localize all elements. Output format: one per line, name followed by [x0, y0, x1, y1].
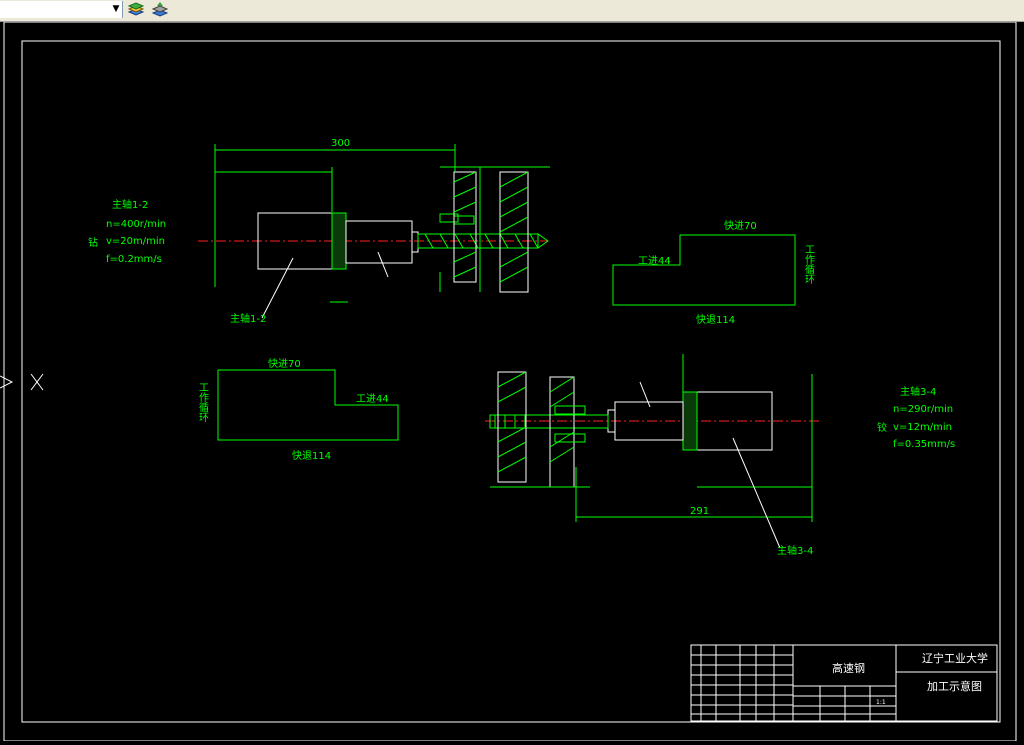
title-scale: 1:1 — [876, 699, 886, 706]
sheet-border — [3, 21, 1017, 742]
title-school: 辽宁工业大学 — [922, 651, 988, 665]
layer-properties-icon[interactable] — [150, 0, 170, 20]
cad-drawing: 300 主轴1-2 主轴1-2 n=400r/min v=20m/min f=0… — [0, 21, 1017, 742]
title-drawing-name: 加工示意图 — [927, 679, 982, 693]
drawing-frame — [21, 40, 1001, 723]
upper-spec-title: 主轴1-2 — [112, 198, 148, 211]
upper-cycle-return: 快退114 — [696, 314, 735, 326]
upper-spec-feed: f=0.2mm/s — [106, 254, 162, 265]
title-block: 高速钢 辽宁工业大学 加工示意图 1:1 — [690, 644, 998, 722]
lower-spindle-label: 主轴3-4 — [777, 544, 813, 557]
upper-cycle-diagram: 快进70 工进44 快退114 工作循环 — [612, 220, 815, 326]
upper-spec: 主轴1-2 n=400r/min v=20m/min f=0.2mm/s 钻 — [88, 198, 166, 265]
dim-lower-length: 291 — [690, 506, 709, 517]
lower-spec-title: 主轴3-4 — [900, 385, 936, 398]
lower-cycle-rapid: 快进70 — [268, 358, 301, 370]
layer-stack-icon[interactable] — [126, 0, 146, 20]
upper-cycle-side: 工作循环 — [803, 244, 815, 285]
upper-cycle-feed: 工进44 — [638, 255, 671, 267]
lower-cycle-return: 快退114 — [292, 450, 331, 462]
drawing-canvas[interactable]: 300 主轴1-2 主轴1-2 n=400r/min v=20m/min f=0… — [0, 21, 1024, 742]
dropdown-arrow-icon[interactable]: ▼ — [110, 1, 122, 18]
upper-cycle-rapid: 快进70 — [724, 220, 757, 232]
upper-assembly: 300 主轴1-2 — [198, 138, 550, 325]
upper-spec-velocity: v=20m/min — [106, 236, 165, 247]
upper-spec-speed: n=400r/min — [106, 219, 166, 230]
lower-cycle-feed: 工进44 — [356, 393, 389, 405]
lower-operation: 铰 — [877, 421, 887, 434]
layer-dropdown[interactable] — [0, 1, 123, 18]
lower-spec-velocity: v=12m/min — [893, 422, 952, 433]
lower-cycle-diagram: 快进70 工进44 快退114 工作循环 — [197, 358, 399, 462]
title-material: 高速钢 — [832, 661, 865, 675]
dim-overall-length: 300 — [331, 138, 350, 149]
lower-spec: 主轴3-4 n=290r/min v=12m/min f=0.35mm/s 铰 — [877, 385, 955, 450]
upper-operation: 钻 — [88, 236, 98, 249]
lower-spec-feed: f=0.35mm/s — [893, 439, 955, 450]
upper-spindle-label: 主轴1-2 — [230, 312, 266, 325]
toolbar: ▼ — [0, 0, 1024, 22]
lower-cycle-side: 工作循环 — [197, 382, 209, 423]
lower-assembly: 291 主轴3-4 — [485, 354, 820, 557]
lower-spec-speed: n=290r/min — [893, 404, 953, 415]
